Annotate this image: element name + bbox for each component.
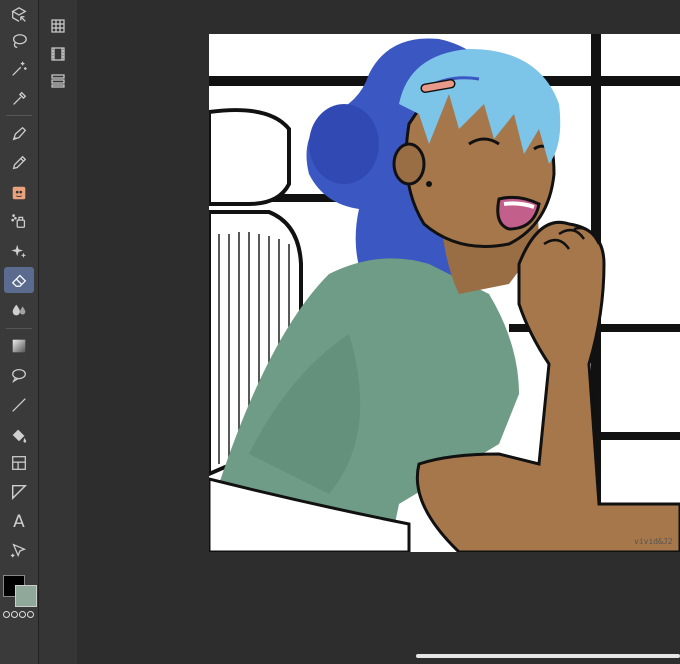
pen-icon[interactable]: [4, 121, 34, 147]
text-tool-label: A: [13, 512, 25, 532]
palette-bar: [39, 0, 77, 664]
magic-wand-icon[interactable]: [4, 56, 34, 82]
airbrush-icon[interactable]: [4, 208, 34, 234]
artist-signature: vivid&J2: [634, 537, 673, 546]
eyedropper-icon[interactable]: [4, 86, 34, 112]
line-icon[interactable]: [4, 392, 34, 418]
layers-list-icon[interactable]: [47, 70, 69, 92]
gradient-icon[interactable]: [4, 333, 34, 359]
artwork-illustration: vivid&J2: [209, 34, 680, 552]
tool-bar: A: [0, 0, 39, 664]
home-indicator[interactable]: [416, 654, 680, 658]
animation-icon[interactable]: [47, 43, 69, 65]
color-dot[interactable]: [27, 611, 34, 618]
blend-drop-icon[interactable]: [4, 297, 34, 323]
color-dot[interactable]: [11, 611, 18, 618]
move-layer-icon[interactable]: [4, 2, 34, 28]
color-dot[interactable]: [19, 611, 26, 618]
frame-border-icon[interactable]: [4, 450, 34, 476]
ruler-icon[interactable]: [4, 479, 34, 505]
operation-icon[interactable]: [4, 538, 34, 564]
layer-properties-icon[interactable]: [47, 15, 69, 37]
sparkle-icon[interactable]: [4, 238, 34, 264]
drawing-canvas[interactable]: vivid&J2: [209, 34, 680, 552]
speech-balloon-icon[interactable]: [4, 362, 34, 388]
eraser-icon[interactable]: [4, 267, 34, 293]
pencil-icon[interactable]: [4, 150, 34, 176]
color-dot[interactable]: [3, 611, 10, 618]
brush-icon[interactable]: [4, 180, 34, 206]
lasso-icon[interactable]: [4, 28, 34, 54]
sub-color-swatch[interactable]: [15, 585, 37, 607]
text-icon[interactable]: A: [4, 509, 34, 535]
color-mode-dots[interactable]: [3, 611, 37, 619]
fill-bucket-icon[interactable]: [4, 422, 34, 448]
